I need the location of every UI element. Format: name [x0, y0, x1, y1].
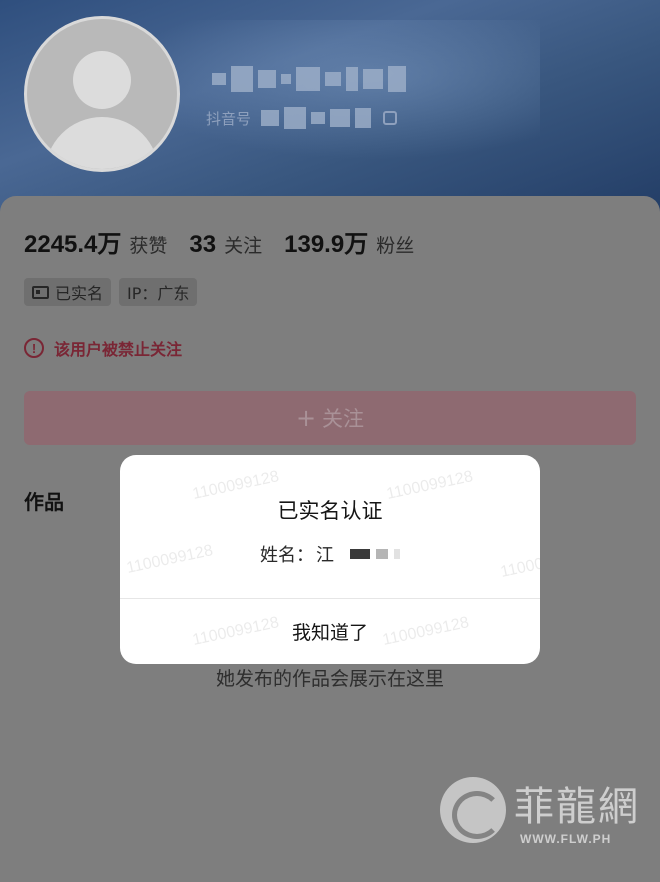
copy-icon[interactable] [383, 111, 398, 125]
verified-tag[interactable]: 已实名 [24, 278, 112, 306]
dialog-name-redacted [350, 549, 400, 559]
follow-button[interactable]: + 关注 [24, 391, 636, 445]
dialog-name-row: 姓名： 江 [120, 541, 540, 567]
follow-button-label: 关注 [322, 407, 365, 431]
profile-tags: 已实名 IP：广东 [24, 278, 198, 306]
plus-icon: + [295, 404, 317, 432]
works-empty-state: 她发布的作品会展示在这里 [215, 668, 444, 690]
profile-stats: 2245.4万 获赞 33 关注 139.9万 粉丝 [24, 224, 414, 259]
follow-ban-text: 该用户被禁止关注 [54, 340, 183, 359]
avatar[interactable] [24, 16, 180, 172]
stat-likes-value: 2245.4万 [24, 231, 122, 258]
dragon-logo-icon [440, 777, 506, 843]
logo-url: WWW.FLW.PH [520, 832, 612, 846]
stat-following-value: 33 [189, 231, 217, 258]
site-watermark-logo: 菲龍網 WWW.FLW.PH [440, 774, 640, 846]
dialog-name-label: 姓名： [260, 545, 314, 566]
id-card-icon [32, 285, 49, 299]
stat-likes-label: 获赞 [129, 235, 168, 257]
stat-following[interactable]: 33 关注 [189, 231, 262, 259]
verified-tag-label: 已实名 [55, 284, 104, 303]
nickname-redacted [212, 66, 406, 92]
dialog-confirm-button[interactable]: 我知道了 [120, 599, 540, 664]
avatar-placeholder-body [45, 117, 159, 169]
tab-works[interactable]: 作品 [24, 486, 64, 515]
stat-likes: 2245.4万 获赞 [24, 224, 167, 259]
follow-ban-notice: ! 该用户被禁止关注 [24, 336, 182, 360]
stat-following-label: 关注 [224, 235, 263, 257]
logo-name: 菲龍網 [514, 784, 640, 830]
ip-location-tag: IP：广东 [119, 278, 198, 306]
verification-dialog: 1100099128 1100099128 1100099128 1100099… [120, 455, 540, 664]
avatar-placeholder-head [73, 51, 131, 109]
account-id-row: 抖音号 [206, 107, 398, 129]
dialog-name-visible: 江 [316, 545, 334, 566]
exclamation-circle-icon: ! [24, 338, 44, 358]
stat-followers-label: 粉丝 [376, 235, 415, 257]
account-id-label: 抖音号 [206, 109, 252, 128]
account-id-redacted [261, 107, 372, 129]
stat-followers-value: 139.9万 [284, 231, 369, 258]
ip-location-label: IP：广东 [127, 284, 190, 303]
stat-followers[interactable]: 139.9万 粉丝 [284, 224, 414, 259]
logo-text: 菲龍網 WWW.FLW.PH [514, 774, 640, 846]
dialog-title: 已实名认证 [277, 499, 383, 523]
